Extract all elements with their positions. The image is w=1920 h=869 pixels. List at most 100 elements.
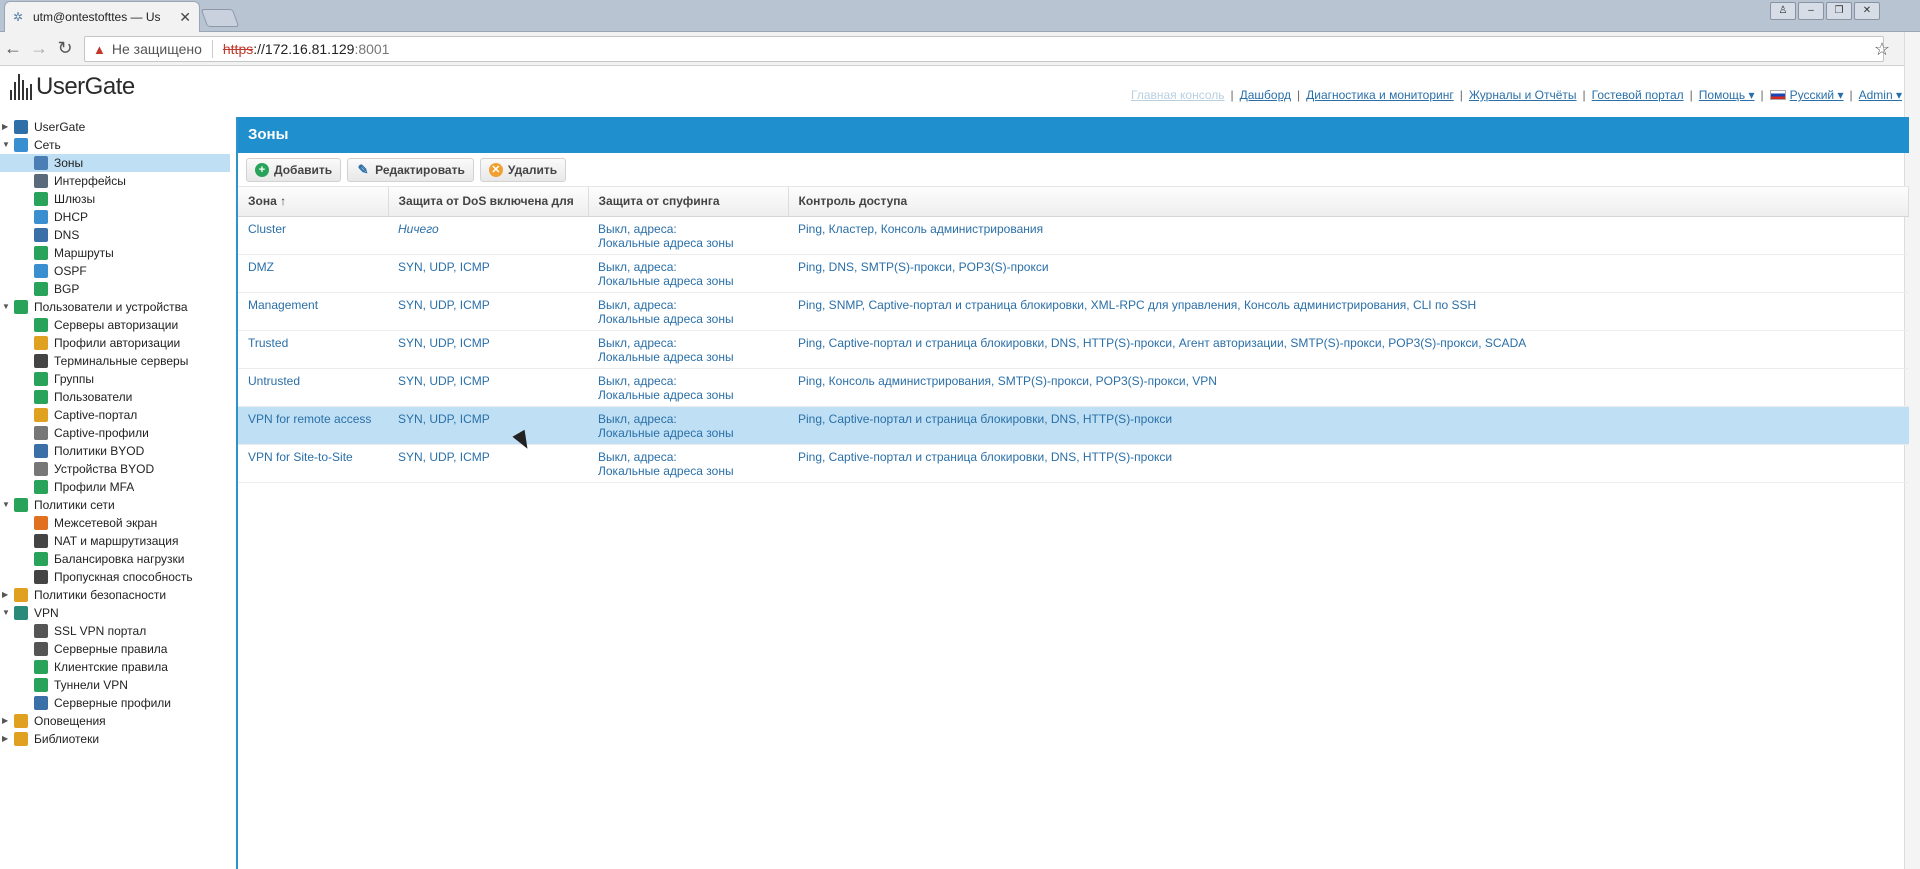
sidebar-item[interactable]: Клиентские правила [0, 658, 230, 676]
nav-separator: | [1297, 88, 1301, 102]
sidebar-item[interactable]: BGP [0, 280, 230, 298]
sidebar-item[interactable]: Профили авторизации [0, 334, 230, 352]
topnav-link[interactable]: Помощь ▾ [1699, 88, 1755, 102]
usergate-logo[interactable]: UserGate [10, 73, 135, 101]
column-header[interactable]: Защита от спуфинга [588, 187, 789, 217]
sidebar-item-icon [14, 606, 28, 620]
sidebar-item[interactable]: Зоны [0, 154, 230, 172]
sidebar-item[interactable]: Пропускная способность [0, 568, 230, 586]
topnav-link[interactable]: Дашборд [1240, 88, 1291, 102]
topnav-link[interactable]: Главная консоль [1131, 88, 1225, 102]
forward-icon[interactable]: → [28, 38, 50, 59]
table-row[interactable]: Untrusted SYN, UDP, ICMP Выкл, адреса: Лока… [238, 368, 1909, 407]
table-row[interactable]: DMZ SYN, UDP, ICMP Выкл, адреса: Локальные … [238, 254, 1909, 293]
sidebar-item[interactable]: DHCP [0, 208, 230, 226]
sidebar-item[interactable]: ▶ Оповещения [0, 712, 230, 730]
topnav-link[interactable]: Admin ▾ [1859, 88, 1902, 102]
sidebar-item-icon [34, 678, 48, 692]
restore-icon[interactable]: ❐ [1826, 2, 1852, 20]
collapsed-arrow-icon[interactable]: ▶ [2, 118, 12, 136]
collapsed-arrow-icon[interactable]: ▶ [2, 730, 12, 748]
edit-button[interactable]: ✎ Редактировать [347, 157, 474, 182]
add-button[interactable]: + Добавить [246, 157, 342, 182]
table-row[interactable]: Cluster Ничего Выкл, адреса: Локальные адре… [238, 216, 1909, 255]
zone-name-cell[interactable]: VPN for remote access [238, 406, 388, 445]
close-tab-icon[interactable]: ✕ [179, 9, 191, 26]
sidebar-item[interactable]: Captive-портал [0, 406, 230, 424]
zone-name-cell[interactable]: Management [238, 292, 388, 331]
browser-tab[interactable]: ✲ utm@ontestofttes — Us ✕ [4, 1, 200, 32]
sidebar-item[interactable]: ▼ Политики сети [0, 496, 230, 514]
zone-name-cell[interactable]: Cluster [238, 216, 388, 255]
new-tab-button[interactable] [200, 9, 240, 27]
sidebar-item-label: Шлюзы [54, 192, 96, 206]
table-row[interactable]: VPN for Site-to-Site SYN, UDP, ICMP Выкл, … [238, 444, 1909, 483]
sidebar-item[interactable]: ▼ VPN [0, 604, 230, 622]
sidebar-item[interactable]: ▶ Политики безопасности [0, 586, 230, 604]
warning-icon[interactable]: ▲ [93, 42, 106, 57]
sidebar-item[interactable]: Серверные профили [0, 694, 230, 712]
sidebar-item-icon [14, 714, 28, 728]
collapsed-arrow-icon[interactable]: ▶ [2, 712, 12, 730]
column-header[interactable]: Зона ↑ [238, 187, 389, 217]
sidebar-item[interactable]: OSPF [0, 262, 230, 280]
zone-name-cell[interactable]: Trusted [238, 330, 388, 369]
sidebar-item[interactable]: ▼ Сеть [0, 136, 230, 154]
table-row[interactable]: Management SYN, UDP, ICMP Выкл, адреса: Лок… [238, 292, 1909, 331]
sidebar-item-icon [34, 318, 48, 332]
expanded-arrow-icon[interactable]: ▼ [2, 136, 12, 154]
sidebar-item[interactable]: ▼ Пользователи и устройства [0, 298, 230, 316]
column-header[interactable]: Контроль доступа [788, 187, 1909, 217]
minimize-icon[interactable]: – [1798, 2, 1824, 20]
zone-name-cell[interactable]: Untrusted [238, 368, 388, 407]
close-window-icon[interactable]: ✕ [1854, 2, 1880, 20]
sidebar-item[interactable]: Устройства BYOD [0, 460, 230, 478]
sidebar-item[interactable]: ▶ Библиотеки [0, 730, 230, 748]
sidebar-item[interactable]: NAT и маршрутизация [0, 532, 230, 550]
zone-name-cell[interactable]: DMZ [238, 254, 388, 293]
bookmark-star-icon[interactable]: ☆ [1874, 39, 1890, 60]
user-profile-icon[interactable]: ♙ [1770, 2, 1796, 20]
column-header[interactable]: Защита от DoS включена для [388, 187, 589, 217]
reload-icon[interactable]: ↻ [54, 38, 76, 59]
sidebar-item[interactable]: Туннели VPN [0, 676, 230, 694]
sidebar-item[interactable]: Терминальные серверы [0, 352, 230, 370]
topnav-link[interactable]: Русский ▾ [1790, 88, 1844, 102]
sidebar-item[interactable]: Captive-профили [0, 424, 230, 442]
sidebar-item[interactable]: Маршруты [0, 244, 230, 262]
spoofing-addresses: Локальные адреса зоны [598, 387, 734, 402]
insecure-label[interactable]: Не защищено [112, 41, 202, 57]
zone-name-cell[interactable]: VPN for Site-to-Site [238, 444, 388, 483]
sidebar-item[interactable]: Серверные правила [0, 640, 230, 658]
expanded-arrow-icon[interactable]: ▼ [2, 298, 12, 316]
collapsed-arrow-icon[interactable]: ▶ [2, 586, 12, 604]
spoofing-status: Выкл, адреса: [598, 373, 677, 388]
dos-cell: SYN, UDP, ICMP [388, 254, 588, 293]
sidebar-item-label: Политики сети [34, 498, 115, 512]
back-icon[interactable]: ← [2, 38, 24, 59]
sidebar-item[interactable]: Интерфейсы [0, 172, 230, 190]
table-row[interactable]: VPN for remote access SYN, UDP, ICMP Выкл,… [238, 406, 1909, 445]
sidebar-item[interactable]: Группы [0, 370, 230, 388]
sidebar-item[interactable]: Балансировка нагрузки [0, 550, 230, 568]
sidebar-item[interactable]: SSL VPN портал [0, 622, 230, 640]
topnav-link[interactable]: Гостевой портал [1592, 88, 1684, 102]
sidebar-item[interactable]: DNS [0, 226, 230, 244]
expanded-arrow-icon[interactable]: ▼ [2, 496, 12, 514]
sidebar-item-icon [34, 390, 48, 404]
topnav-link[interactable]: Диагностика и мониторинг [1306, 88, 1454, 102]
sidebar-item[interactable]: Политики BYOD [0, 442, 230, 460]
sidebar-item[interactable]: Пользователи [0, 388, 230, 406]
sidebar-item-label: Пропускная способность [54, 570, 193, 584]
sidebar-item[interactable]: Шлюзы [0, 190, 230, 208]
topnav-link[interactable]: Журналы и Отчёты [1469, 88, 1577, 102]
address-bar[interactable]: ▲ Не защищено https ://172.16.81.129 :80… [84, 36, 1884, 62]
table-row[interactable]: Trusted SYN, UDP, ICMP Выкл, адреса: Локаль… [238, 330, 1909, 369]
sidebar-item[interactable]: Межсетевой экран [0, 514, 230, 532]
sidebar-item[interactable]: ▶ UserGate [0, 118, 230, 136]
spoofing-addresses: Локальные адреса зоны [598, 273, 734, 288]
expanded-arrow-icon[interactable]: ▼ [2, 604, 12, 622]
sidebar-item[interactable]: Профили MFA [0, 478, 230, 496]
delete-button[interactable]: ✕ Удалить [479, 157, 567, 182]
sidebar-item[interactable]: Серверы авторизации [0, 316, 230, 334]
